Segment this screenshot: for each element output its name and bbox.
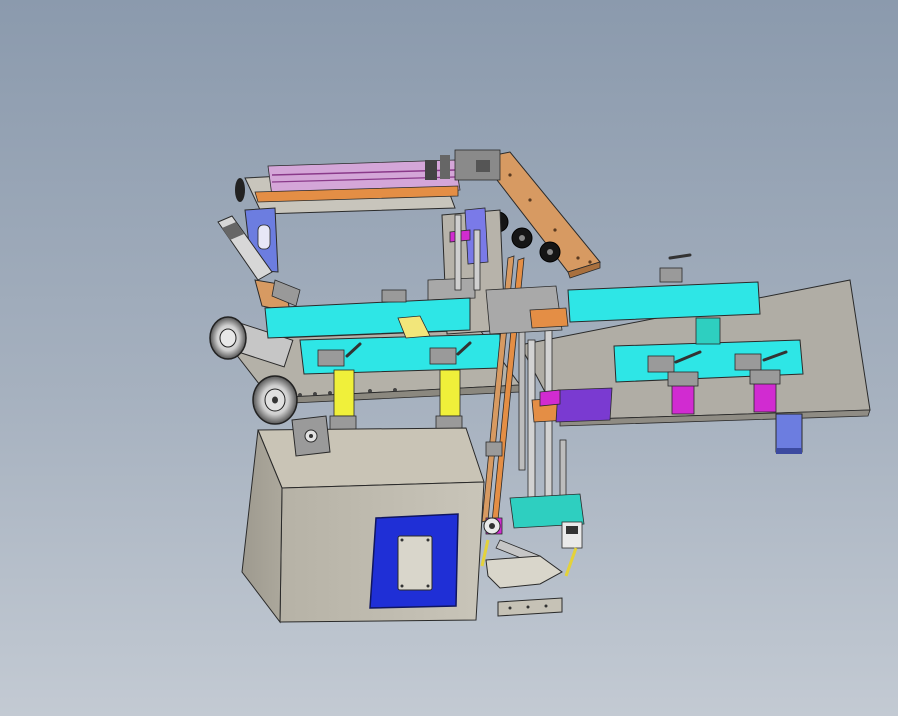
cad-model (209, 149, 871, 624)
motor (775, 413, 803, 454)
upper-frame (235, 155, 461, 273)
cad-viewport[interactable] (0, 0, 898, 716)
control-panel (369, 513, 459, 609)
sensor-block (695, 317, 721, 345)
lower-linkage (480, 517, 583, 617)
roller-bracket (291, 415, 331, 457)
